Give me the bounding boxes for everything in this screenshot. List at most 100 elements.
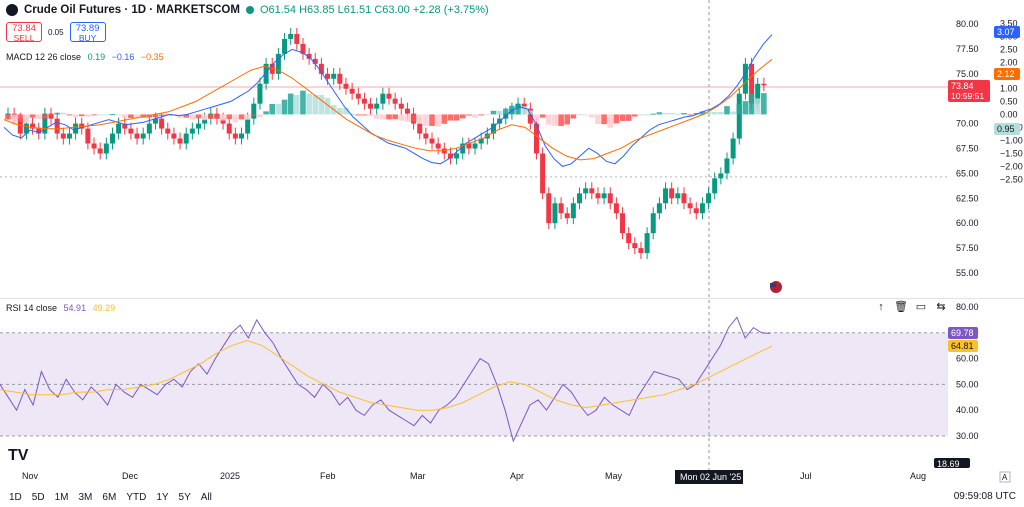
candle-body [91,143,97,149]
macd-hist-bar [380,114,386,120]
candle-body [681,193,687,204]
macd-hist-bar [29,114,36,118]
macd-hist-bar [312,94,319,115]
macd-hist-bar [496,110,503,115]
price-tick-label: 60.00 [956,218,979,228]
macd-hist-bar [109,114,116,116]
macd-hist-bar [35,114,42,120]
x-tick-label: Jul [800,471,812,481]
macd-hist-bar [404,114,411,122]
candle-body [632,243,638,249]
macd-hist-bar [91,114,97,116]
tf-1d[interactable]: 1D [4,492,27,503]
macd-hist-bar [201,114,208,121]
macd-hist-bar [459,114,466,119]
tf-5y[interactable]: 5Y [174,492,196,503]
macd-orange-badge: 2.12 [997,69,1015,79]
macd-hist-badge: 0.95 [997,124,1015,134]
candle-body [116,123,122,134]
macd-hist-bar [60,112,67,115]
candle-body [570,203,576,219]
price-tick-label: 62.50 [956,193,979,203]
macd-hist-bar [662,112,669,115]
x-tick-label: Feb [320,471,336,481]
candle-body [183,133,189,144]
macd-hist-bar [23,114,30,124]
signal-line [3,58,773,161]
macd-hist-bar [244,114,251,120]
macd-hist-bar [423,114,429,126]
candle-body [103,143,109,154]
candle-body [712,178,718,194]
candle-body [251,103,257,119]
macd-hist-bar [613,114,620,124]
macd-tick-label: 1.00 [1000,83,1018,93]
macd-hist-bar [472,114,478,118]
candle-body [361,98,367,104]
macd-hist-bar [601,114,607,125]
candle-body [650,213,656,234]
macd-hist-bar [85,114,91,117]
macd-hist-bar [220,114,226,121]
macd-hist-bar [711,111,718,115]
macd-hist-bar [638,114,644,116]
candle-body [435,143,441,149]
macd-hist-bar [724,106,730,115]
candle-body [165,128,171,134]
candle-body [552,203,558,224]
macd-hist-bar [306,93,312,115]
tf-all[interactable]: All [196,492,217,503]
candle-body [693,208,699,214]
clock[interactable]: 09:59:08 UTC [954,491,1016,502]
chart-canvas[interactable]: 80.0077.5075.0072.5070.0067.5065.0062.50… [0,0,1024,487]
macd-tick-label: −1.50 [1000,148,1023,158]
macd-hist-bar [515,104,521,115]
macd-hist-bar [318,94,325,115]
candle-body [423,133,429,139]
macd-hist-bar [718,111,724,115]
macd-hist-bar [675,113,681,115]
price-tick-label: 80.00 [956,19,979,29]
macd-hist-bar [251,114,257,116]
candle-body [177,138,183,144]
candle-body [417,123,423,134]
macd-hist-bar [367,114,374,116]
macd-hist-bar [386,114,392,120]
macd-tick-label: 2.50 [1000,44,1018,54]
macd-tick-label: −1.00 [1000,135,1023,145]
last-price-badge: 73.84 [951,81,974,91]
candle-body [374,103,380,109]
tf-5d[interactable]: 5D [27,492,50,503]
rsi-ma-badge: 64.81 [951,341,974,351]
candle-body [724,158,730,174]
macd-hist-bar [97,114,103,116]
tf-3m[interactable]: 3M [74,492,98,503]
last-price-badge-sub: 10:59:51 [951,91,984,101]
macd-hist-bar [656,112,663,115]
candle-body [613,203,619,214]
tf-1y[interactable]: 1Y [151,492,173,503]
candle-body [644,233,650,254]
macd-hist-bar [17,114,24,122]
cut-badge: 18.69 [937,459,960,469]
price-tick-label: 65.00 [956,168,979,178]
candle-body [196,123,201,129]
candle-body [239,133,245,139]
tf-1m[interactable]: 1M [50,492,74,503]
candle-body [386,93,392,99]
candle-body [226,123,232,134]
tf-6m[interactable]: 6M [97,492,121,503]
x-tick-label: Dec [122,471,139,481]
macd-hist-bar [570,114,577,119]
x-tick-label: Apr [510,471,524,481]
candle-body [718,173,724,179]
candle-body [380,93,386,104]
macd-hist-bar [5,114,11,120]
candle-body [595,193,601,199]
price-tick-label: 77.50 [956,44,979,54]
candle-body [638,248,644,254]
rsi-tick-label: 40.00 [956,405,979,415]
tf-ytd[interactable]: YTD [121,492,151,503]
candle-body [232,133,238,139]
macd-hist-bar [72,114,79,118]
